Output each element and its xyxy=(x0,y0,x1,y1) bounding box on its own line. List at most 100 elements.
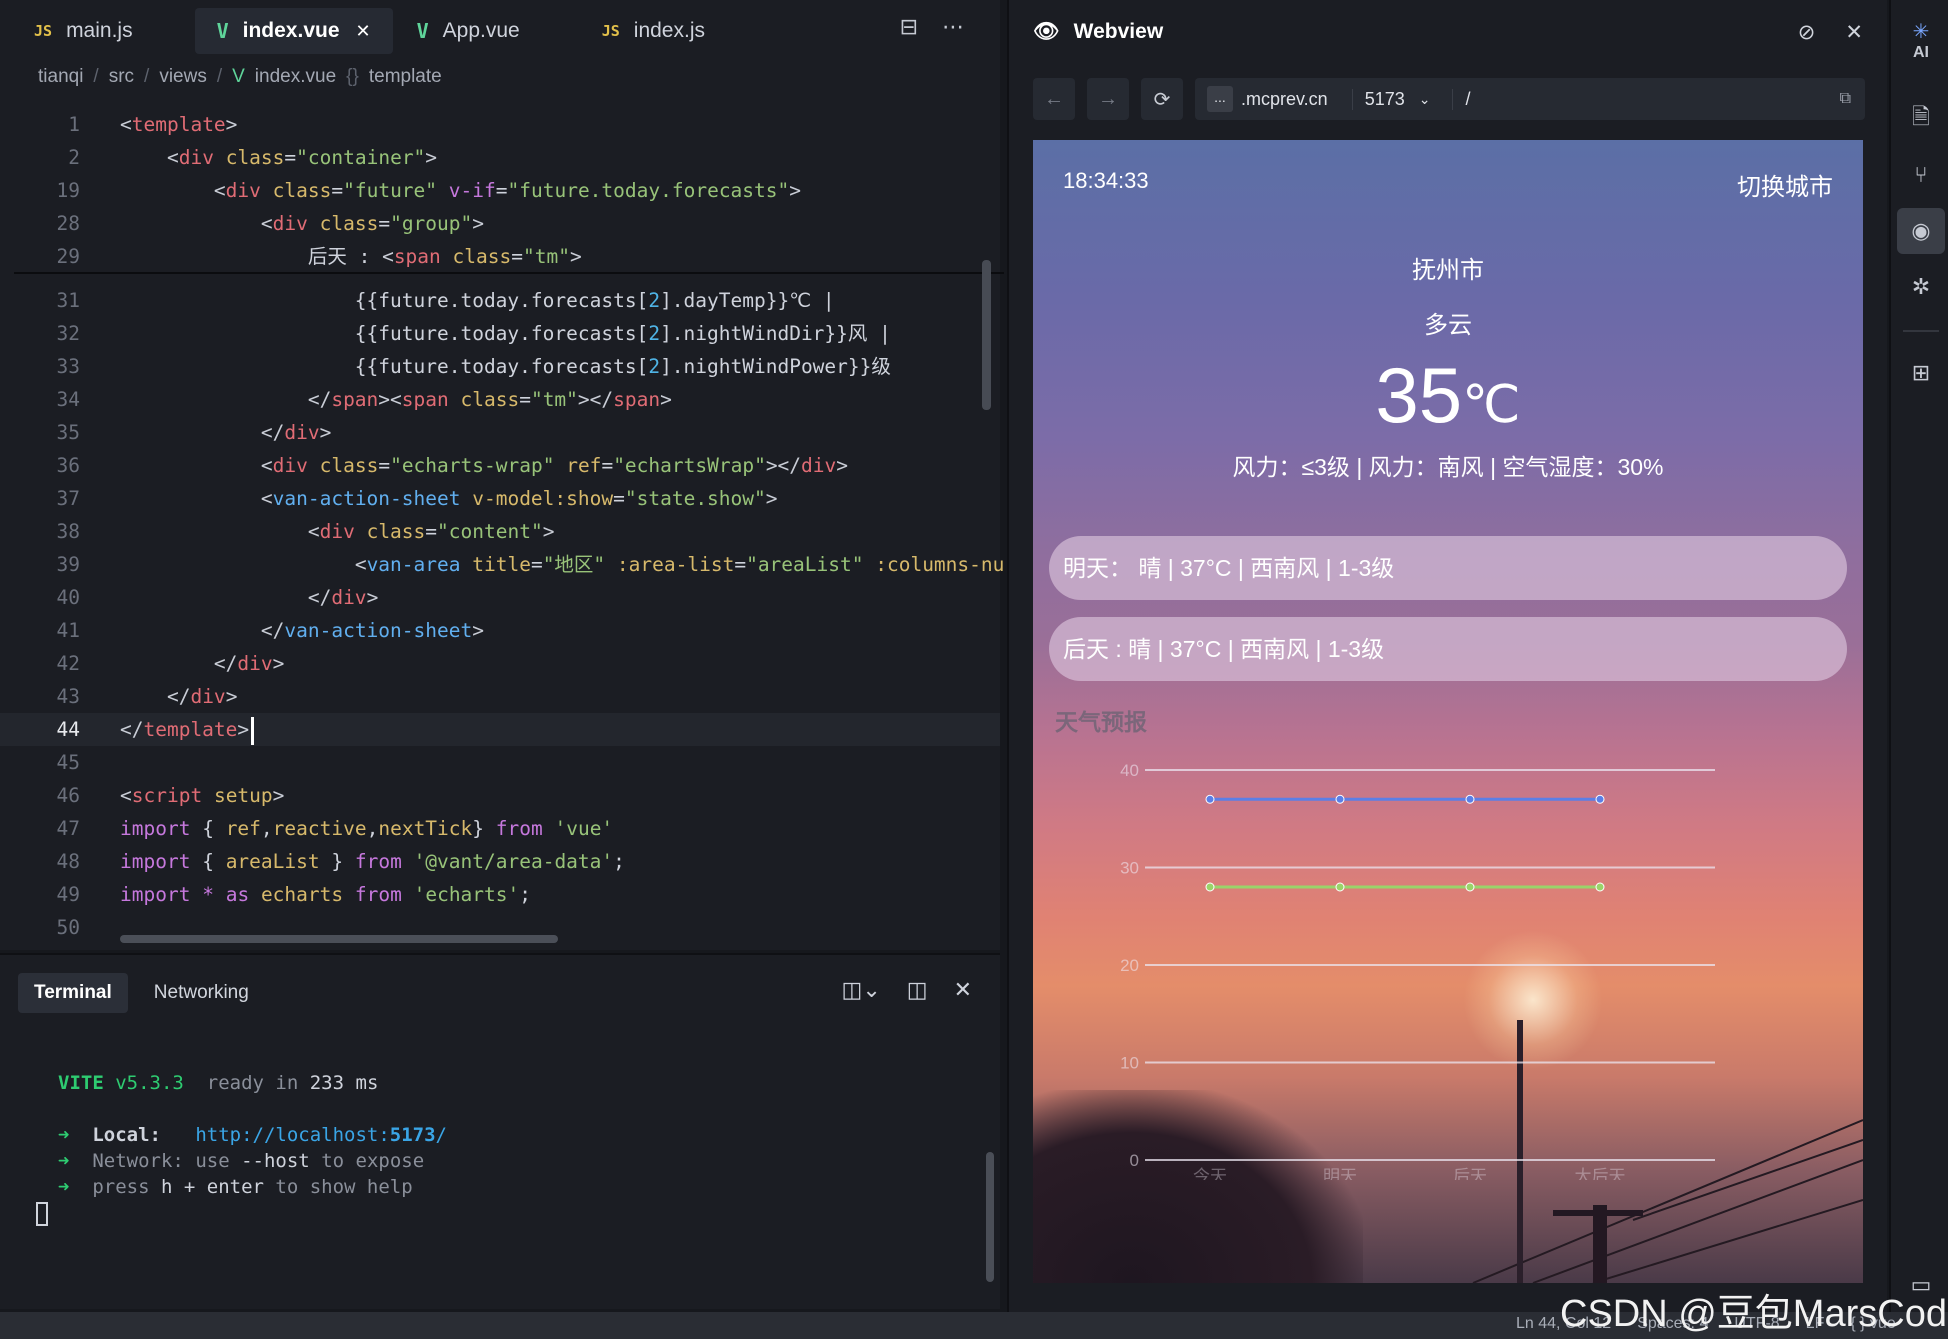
help-press: press xyxy=(92,1176,150,1198)
file-search-icon[interactable]: 🗎 xyxy=(1897,96,1945,142)
tab-label: main.js xyxy=(66,19,133,42)
breadcrumb-item[interactable]: views xyxy=(159,66,207,88)
code-text: <div class="content"> xyxy=(307,520,555,543)
line-number: 33 xyxy=(56,355,80,378)
tab-main-js[interactable]: JS main.js xyxy=(12,8,155,54)
activity-divider xyxy=(1903,330,1939,332)
close-icon[interactable]: ✕ xyxy=(1845,20,1863,45)
code-text: <van-area title="地区" :area-list="areaLis… xyxy=(354,553,1005,576)
port-select[interactable]: 5173 xyxy=(1351,88,1405,110)
forward-button[interactable]: → xyxy=(1087,78,1129,120)
breadcrumb-item[interactable]: index.vue xyxy=(255,66,336,88)
open-external-icon[interactable]: ⧉ xyxy=(1840,90,1851,108)
breadcrumb-item[interactable]: src xyxy=(109,66,134,88)
breadcrumb-item[interactable]: tianqi xyxy=(38,66,83,88)
close-icon[interactable]: ✕ xyxy=(356,21,371,42)
chart-point[interactable] xyxy=(1205,882,1215,892)
code-line: 39 <van-area title="地区" :area-list="area… xyxy=(0,548,1005,581)
code-line: 43 </div> xyxy=(0,680,1000,713)
chart-point[interactable] xyxy=(1335,882,1345,892)
chart-point[interactable] xyxy=(1465,794,1475,804)
forecast-line-chart: 0 10 20 30 40 今天 明天 后天 大后天 xyxy=(1120,761,1715,1180)
arrow-icon: ➜ xyxy=(58,1150,70,1172)
tab-app-vue[interactable]: V App.vue xyxy=(395,8,542,54)
terminal-output[interactable]: VITE v5.3.3 ready in 233 ms ➜ Local: htt… xyxy=(58,1070,447,1200)
code-line: 19 <div class="future" v-if="future.toda… xyxy=(0,174,1000,207)
chart-point[interactable] xyxy=(1595,794,1605,804)
tab-terminal[interactable]: Terminal xyxy=(18,973,128,1013)
line-number: 40 xyxy=(56,586,80,609)
tab-index-vue[interactable]: V index.vue ✕ xyxy=(194,8,393,54)
code-text: {{future.today.forecasts[2].nightWindDir… xyxy=(120,322,891,345)
breadcrumb: tianqi / src / views / V index.vue {} te… xyxy=(38,66,442,88)
tab-networking[interactable]: Networking xyxy=(138,973,265,1013)
network-rest: to expose xyxy=(321,1150,425,1172)
url-host: .mcprev.cn xyxy=(1241,88,1328,109)
network-label: Network: xyxy=(92,1150,184,1172)
url-bar[interactable]: ... .mcprev.cn 5173 ⌄ / ⧉ xyxy=(1195,78,1865,120)
code-line: 2 <div class="container"> xyxy=(0,141,1000,174)
url-path-input[interactable]: / xyxy=(1452,88,1470,110)
code-line: 36 <div class="echarts-wrap" ref="echart… xyxy=(0,449,1000,482)
close-icon[interactable]: ✕ xyxy=(954,977,972,1003)
reload-button[interactable]: ⟳ xyxy=(1141,78,1183,120)
ai-assistant-button[interactable]: ✳ AI xyxy=(1897,8,1945,72)
webview-nav: ← → ⟳ xyxy=(1033,78,1183,120)
switch-city-button[interactable]: 切换城市 xyxy=(1737,167,1833,202)
split-editor-icon[interactable]: ⊟ xyxy=(900,14,918,40)
vue-file-icon: V xyxy=(232,66,245,87)
host-menu-button[interactable]: ... xyxy=(1207,86,1233,112)
weather-app-viewport: 18:34:33 切换城市 抚州市 多云 35℃ 风力：≤3级 | 风力：南风 … xyxy=(1033,140,1863,1283)
code-area[interactable]: 1 <template> 2 <div class="container"> 19… xyxy=(0,108,1005,946)
chart-point[interactable] xyxy=(1595,882,1605,892)
line-number: 1 xyxy=(68,113,80,136)
split-terminal-icon[interactable]: ◫⌄ xyxy=(842,977,881,1003)
code-line: 48 import { areaList } from '@vant/area-d… xyxy=(0,845,1000,878)
chart-x-tick: 大后天 xyxy=(1575,1167,1626,1180)
code-line: 29 后天 : <span class="tm"> xyxy=(0,240,1000,273)
wind-humidity-line: 风力：≤3级 | 风力：南风 | 空气湿度：30% xyxy=(1232,454,1664,480)
webview-eye-icon[interactable]: ◉ xyxy=(1897,208,1945,254)
line-number: 35 xyxy=(56,421,80,444)
more-actions-icon[interactable]: ⋯ xyxy=(942,14,964,40)
horizontal-scrollbar[interactable] xyxy=(120,935,558,943)
weather-condition: 多云 xyxy=(1424,312,1472,339)
code-editor: JS main.js V index.vue ✕ V App.vue JS in… xyxy=(0,0,1005,950)
code-text: </span><span class="tm"></span> xyxy=(307,388,672,411)
source-control-icon[interactable]: ⑂ xyxy=(1897,152,1945,198)
line-number: 28 xyxy=(56,212,80,235)
local-url-link[interactable]: http://localhost:5173/ xyxy=(195,1124,447,1146)
webview-title: Webview xyxy=(1073,20,1164,43)
code-text: <div class="group"> xyxy=(260,212,485,235)
tab-index-js[interactable]: JS index.js xyxy=(580,8,727,54)
arrow-icon: ➜ xyxy=(58,1124,70,1146)
chart-y-tick: 40 xyxy=(1120,761,1139,780)
ide-window: JS main.js V index.vue ✕ V App.vue JS in… xyxy=(0,0,1948,1339)
chart-x-tick: 后天 xyxy=(1453,1167,1487,1180)
code-text: <script setup> xyxy=(120,784,285,807)
chart-point[interactable] xyxy=(1465,882,1475,892)
extensions-grid-icon[interactable]: ⊞ xyxy=(1897,350,1945,396)
panel-tabs: Terminal Networking xyxy=(18,973,265,1013)
chart-point[interactable] xyxy=(1335,794,1345,804)
terminal-scrollbar[interactable] xyxy=(986,1152,994,1282)
line-number: 19 xyxy=(56,179,80,202)
maximize-panel-icon[interactable]: ◫ xyxy=(907,977,928,1003)
back-button[interactable]: ← xyxy=(1033,78,1075,120)
code-text: </template> xyxy=(120,713,255,746)
code-line: 33 {{future.today.forecasts[2].nightWind… xyxy=(0,350,1000,383)
code-text: import { areaList } from '@vant/area-dat… xyxy=(120,850,625,873)
braces-icon: {} xyxy=(346,66,359,87)
compass-icon[interactable]: ⊘ xyxy=(1798,20,1816,45)
code-line: 42 </div> xyxy=(0,647,1000,680)
vertical-scrollbar[interactable] xyxy=(982,260,991,410)
code-text: {{future.today.forecasts[2].nightWindPow… xyxy=(120,355,891,378)
local-url-base: http://localhost: xyxy=(195,1124,390,1146)
debug-bug-icon[interactable]: ✲ xyxy=(1897,264,1945,310)
js-file-icon: JS xyxy=(34,22,53,40)
line-number: 37 xyxy=(56,487,80,510)
code-line: 1 <template> xyxy=(0,108,1000,141)
breadcrumb-item[interactable]: template xyxy=(369,66,442,88)
chart-point[interactable] xyxy=(1205,794,1215,804)
chevron-down-icon[interactable]: ⌄ xyxy=(1419,91,1431,108)
